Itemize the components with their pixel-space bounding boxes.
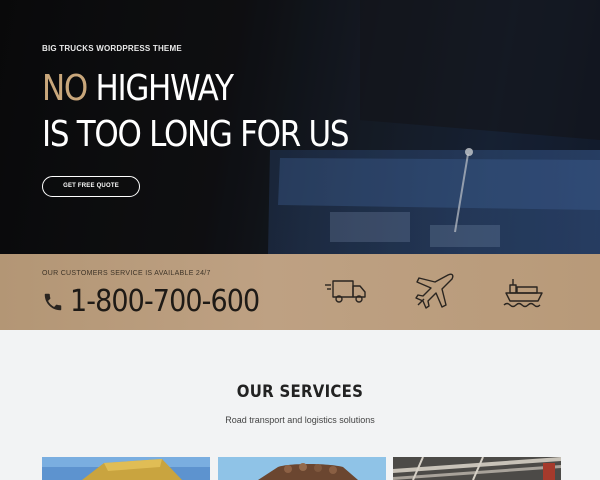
delivery-truck-icon[interactable] <box>323 271 369 311</box>
phone-icon <box>44 293 62 311</box>
service-card-image-3[interactable] <box>393 457 561 480</box>
customer-service-label: OUR CUSTOMERS SERVICE IS AVAILABLE 24/7 <box>42 270 211 277</box>
phone-number[interactable]: 1-800-700-600 <box>70 283 260 321</box>
hero-headline: NO HIGHWAY IS TOO LONG FOR US <box>42 66 350 158</box>
service-card-image-1[interactable] <box>42 457 210 480</box>
cargo-ship-icon[interactable] <box>500 271 546 311</box>
hero-headline-line1: HIGHWAY <box>95 68 235 109</box>
get-free-quote-button[interactable]: GET FREE QUOTE <box>42 176 140 197</box>
airplane-icon[interactable] <box>412 271 458 311</box>
services-title: OUR SERVICES <box>236 382 364 402</box>
services-subtitle: Road transport and logistics solutions <box>225 415 375 425</box>
hero-banner: BIG TRUCKS WORDPRESS THEME NO HIGHWAY IS… <box>0 0 600 254</box>
service-card-image-2[interactable] <box>218 457 386 480</box>
hero-headline-line2: IS TOO LONG FOR US <box>42 114 350 155</box>
hero-headline-accent: NO <box>42 68 88 109</box>
hero-eyebrow: BIG TRUCKS WORDPRESS THEME <box>42 44 182 53</box>
